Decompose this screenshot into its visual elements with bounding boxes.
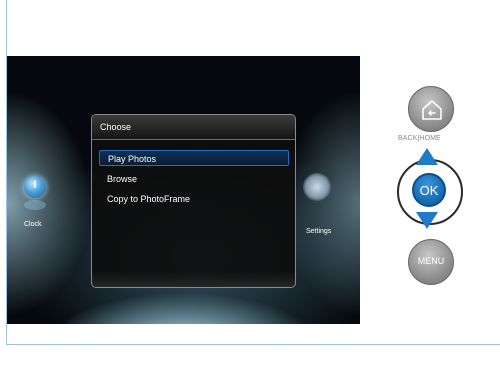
- clock-label: Clock: [24, 221, 42, 228]
- up-arrow-icon[interactable]: [416, 148, 438, 165]
- home-icon: [422, 100, 442, 120]
- ok-button[interactable]: OK: [412, 173, 446, 207]
- settings-label: Settings: [306, 228, 332, 235]
- dialog-footer: [92, 271, 295, 287]
- settings-gear-icon[interactable]: [303, 173, 331, 201]
- menu-item-copy-to-photoframe[interactable]: Copy to PhotoFrame: [99, 191, 289, 207]
- choose-dialog: Choose Play Photos Browse Copy to PhotoF…: [91, 114, 296, 288]
- menu-label: MENU: [417, 256, 445, 266]
- back-home-button[interactable]: [408, 86, 454, 132]
- frame-border-bottom: [6, 344, 500, 345]
- photoframe-screen: Clock Settings Choose Play Photos Browse…: [7, 56, 360, 324]
- ok-label: OK: [419, 183, 439, 198]
- clock-reflection: [24, 200, 46, 210]
- down-arrow-icon[interactable]: [416, 212, 438, 229]
- menu-item-label: Copy to PhotoFrame: [107, 194, 191, 204]
- menu-button[interactable]: MENU: [408, 239, 454, 285]
- dialog-header: Choose: [92, 115, 295, 140]
- back-home-label: BACK|HOME: [398, 135, 441, 142]
- dialog-title: Choose: [100, 122, 132, 132]
- menu-item-label: Browse: [107, 174, 138, 184]
- menu-item-label: Play Photos: [108, 154, 157, 164]
- menu-item-browse[interactable]: Browse: [99, 171, 289, 187]
- menu-item-play-photos[interactable]: Play Photos: [99, 150, 289, 166]
- clock-icon[interactable]: [24, 176, 46, 198]
